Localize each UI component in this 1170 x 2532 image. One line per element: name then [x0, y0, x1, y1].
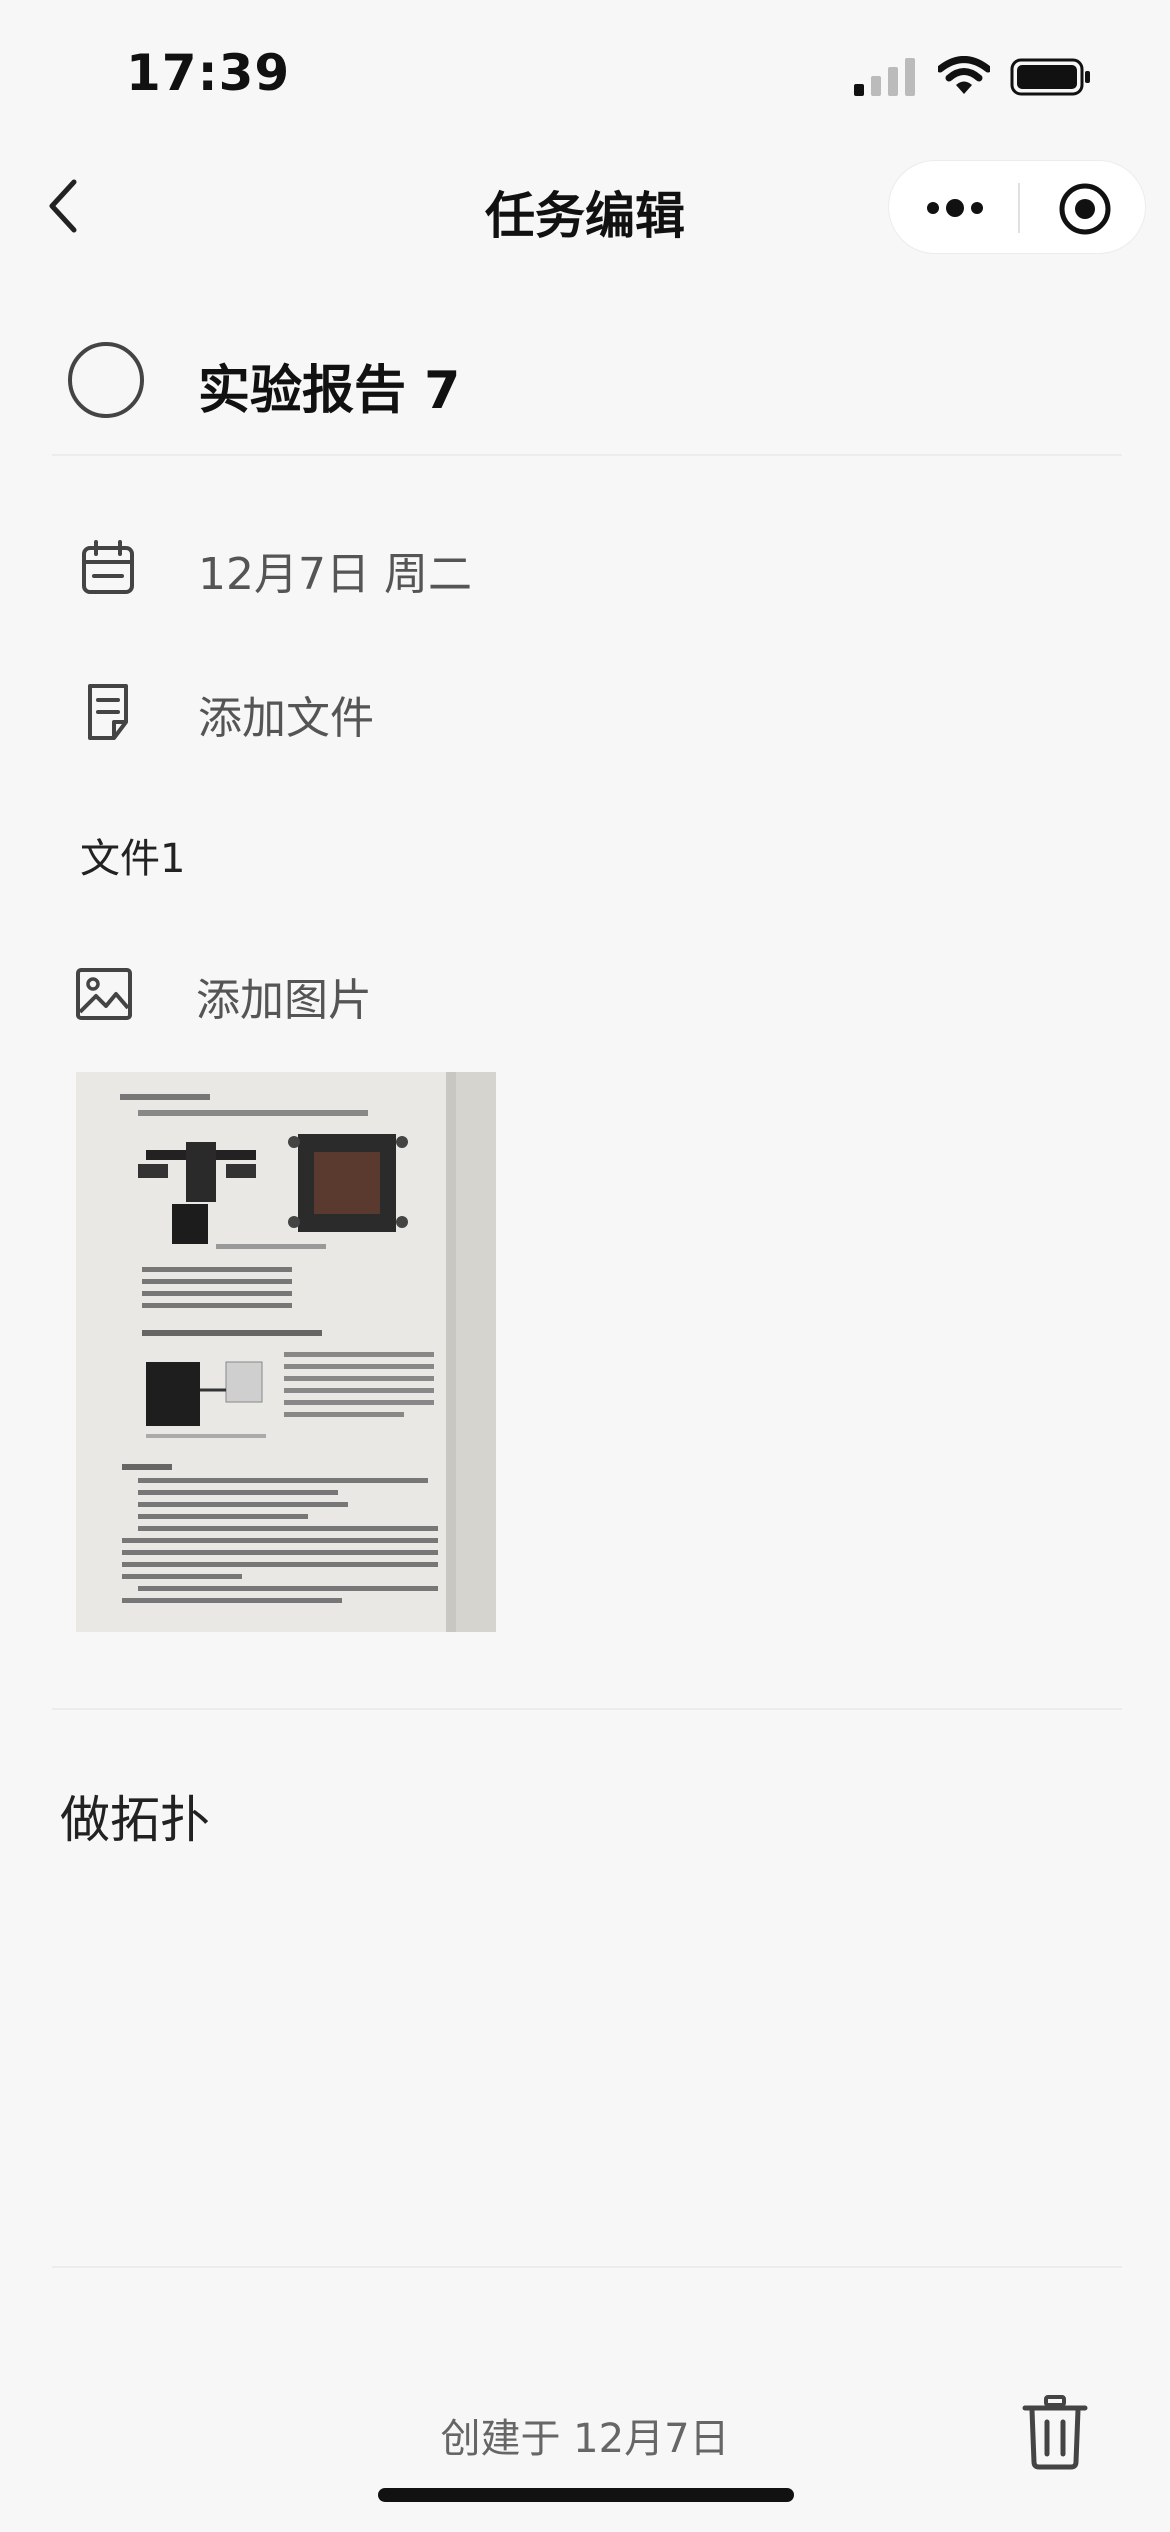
close-miniprogram-icon[interactable]	[1057, 181, 1113, 237]
capsule-menu	[888, 160, 1146, 254]
more-icon[interactable]	[923, 183, 987, 233]
file-item[interactable]: 文件1	[80, 826, 185, 884]
image-icon	[76, 968, 132, 1020]
task-title[interactable]: 实验报告 7	[198, 348, 460, 423]
calendar-icon	[82, 540, 134, 594]
wifi-icon	[938, 56, 990, 94]
note-text[interactable]: 做拓扑	[60, 1780, 210, 1852]
photo-content	[76, 1072, 496, 1632]
divider	[52, 2266, 1122, 2268]
status-time: 17:39	[126, 44, 291, 102]
add-image-button[interactable]: 添加图片	[196, 964, 372, 1028]
attached-photo[interactable]	[76, 1072, 496, 1632]
document-icon	[88, 684, 128, 740]
divider	[52, 1708, 1122, 1710]
created-date: 创建于 12月7日	[440, 2416, 730, 2462]
home-indicator	[378, 2488, 794, 2502]
complete-checkbox[interactable]	[68, 342, 144, 418]
due-date[interactable]: 12月7日 周二	[198, 538, 472, 602]
add-file-button[interactable]: 添加文件	[198, 682, 374, 746]
battery-icon	[1010, 58, 1090, 96]
divider	[52, 454, 1122, 456]
capsule-divider	[1018, 183, 1020, 233]
trash-icon[interactable]	[1022, 2394, 1088, 2470]
signal-icon	[854, 58, 915, 96]
